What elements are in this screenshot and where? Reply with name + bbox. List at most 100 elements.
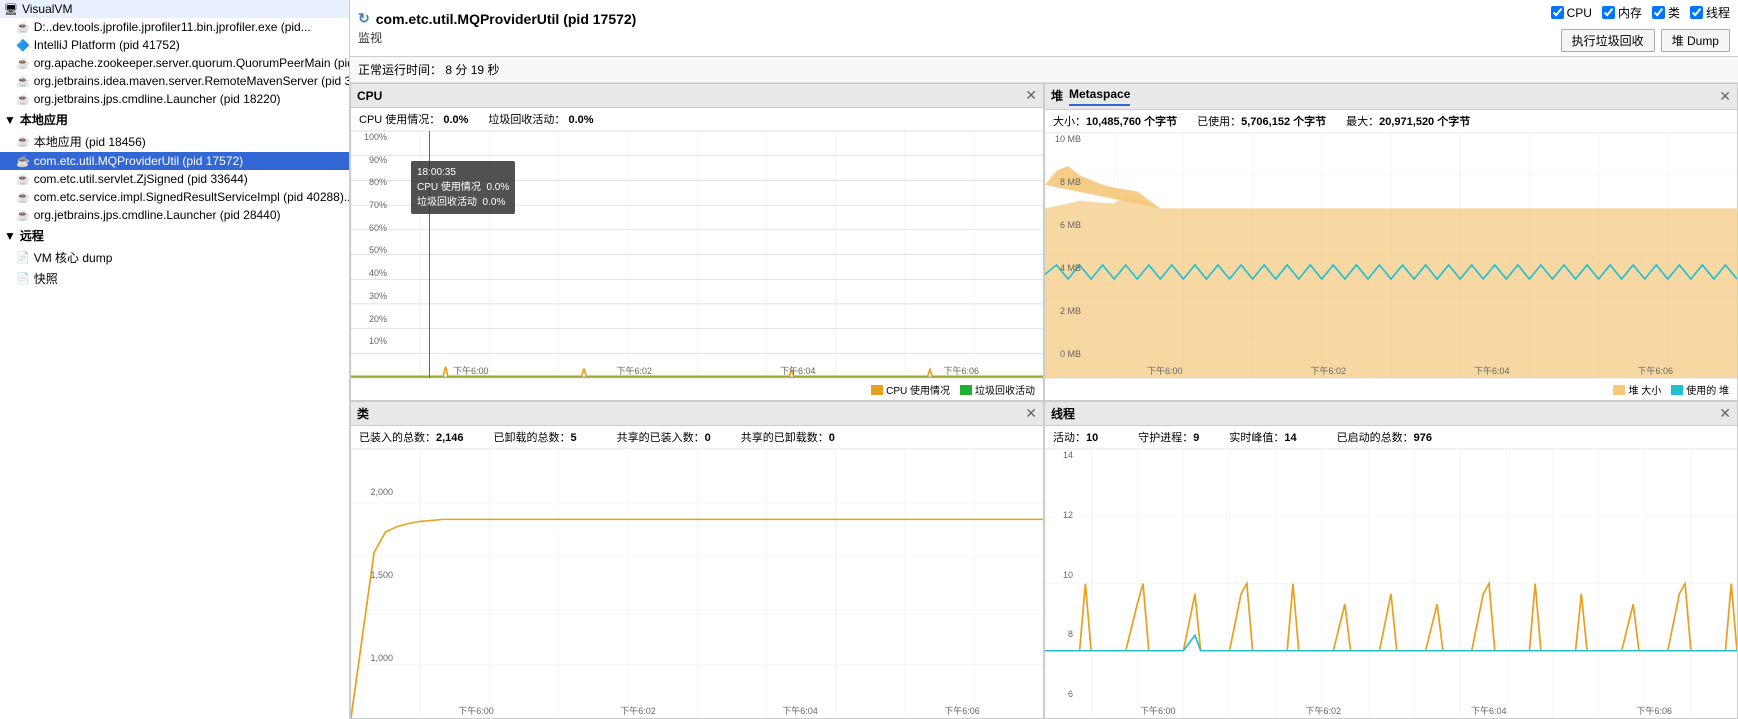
cpu-usage-label: CPU 使用情况： 0.0% <box>359 111 468 127</box>
sidebar-label: org.jetbrains.jps.cmdline.Launcher (pid … <box>34 208 281 222</box>
thread-panel-header: 线程 ✕ <box>1045 402 1737 426</box>
sidebar-label: org.apache.zookeeper.server.quorum.Quoru… <box>34 56 349 70</box>
cpu-panel: CPU ✕ CPU 使用情况： 0.0% 垃圾回收活动： 0.0% 18:00:… <box>350 83 1044 401</box>
heap-max: 最大：20,971,520 个字节 <box>1346 113 1470 129</box>
process-title: com.etc.util.MQProviderUtil (pid 17572) <box>376 11 637 27</box>
heap-tab[interactable]: 堆 <box>1051 87 1063 106</box>
thread-close-button[interactable]: ✕ <box>1719 405 1731 422</box>
java-icon: ☕ <box>16 155 30 168</box>
intellij-icon: 🔷 <box>16 39 30 52</box>
class-x-labels: 下午6:00下午6:02下午6:04下午6:06 <box>395 702 1043 718</box>
expand-icon: ▼ <box>4 229 16 243</box>
thread-daemon: 守护进程：9 <box>1138 429 1199 445</box>
sidebar-item-jps1[interactable]: ☕ org.jetbrains.jps.cmdline.Launcher (pi… <box>0 90 349 108</box>
sidebar-item-maven[interactable]: ☕ org.jetbrains.idea.maven.server.Remote… <box>0 72 349 90</box>
memory-check[interactable] <box>1602 6 1615 19</box>
sidebar-label: com.etc.util.servlet.ZjSigned (pid 33644… <box>34 172 248 186</box>
heap-used-swatch <box>1671 385 1683 395</box>
sidebar-label: org.jetbrains.jps.cmdline.Launcher (pid … <box>34 92 281 106</box>
heap-x-labels: 下午6:00下午6:02下午6:04下午6:06 <box>1083 362 1737 378</box>
gc-button[interactable]: 执行垃圾回收 <box>1561 29 1655 52</box>
uptime-value: 8 分 19 秒 <box>445 63 499 77</box>
sidebar-label: IntelliJ Platform (pid 41752) <box>34 38 180 52</box>
sidebar-item-vmcore[interactable]: 📄 VM 核心 dump <box>0 247 349 268</box>
class-unloaded: 已卸载的总数：5 <box>494 429 577 445</box>
charts-area: CPU ✕ CPU 使用情况： 0.0% 垃圾回收活动： 0.0% 18:00:… <box>350 83 1738 719</box>
cpu-legend: CPU 使用情况 垃圾回收活动 <box>351 378 1043 400</box>
sidebar-label: 快照 <box>34 270 58 287</box>
thread-peak: 实时峰值：14 <box>1229 429 1296 445</box>
legend-heap-size: 堆 大小 <box>1613 382 1661 397</box>
memory-checkbox[interactable]: 内存 <box>1602 4 1642 21</box>
thread-chart-svg <box>1045 449 1737 718</box>
thread-x-labels: 下午6:00下午6:02下午6:04下午6:06 <box>1075 702 1737 718</box>
java-icon: ☕ <box>16 93 30 106</box>
view-checkboxes: CPU 内存 类 线程 <box>1551 4 1730 21</box>
sidebar-section-local[interactable]: ▼ 本地应用 <box>0 108 349 131</box>
monitor-label: 监视 <box>358 29 636 46</box>
cpu-x-labels: 下午6:00下午6:02下午6:04下午6:06 <box>389 362 1043 378</box>
sidebar-label: org.jetbrains.idea.maven.server.RemoteMa… <box>34 74 349 88</box>
class-panel-header: 类 ✕ <box>351 402 1043 426</box>
thread-panel-title: 线程 <box>1051 405 1075 422</box>
thread-panel: 线程 ✕ 活动：10 守护进程：9 实时峰值：14 已启动的总数：976 <box>1044 401 1738 719</box>
heap-panel-header: 堆 Metaspace ✕ <box>1045 84 1737 110</box>
uptime-label: 正常运行时间： <box>358 63 442 77</box>
sidebar-item-zjsigned[interactable]: ☕ com.etc.util.servlet.ZjSigned (pid 336… <box>0 170 349 188</box>
class-checkbox[interactable]: 类 <box>1652 4 1680 21</box>
cpu-chart-body: 18:00:35 CPU 使用情况 0.0% 垃圾回收活动 0.0% <box>351 131 1043 378</box>
thread-started: 已启动的总数：976 <box>1337 429 1432 445</box>
thread-check[interactable] <box>1690 6 1703 19</box>
file-icon: 📄 <box>16 272 30 285</box>
heap-size: 大小：10,485,760 个字节 <box>1053 113 1177 129</box>
expand-icon: ▼ <box>4 113 16 127</box>
uptime-bar: 正常运行时间： 8 分 19 秒 <box>350 57 1738 83</box>
tooltip-line <box>429 131 430 378</box>
sidebar-item-signedresult[interactable]: ☕ com.etc.service.impl.SignedResultServi… <box>0 188 349 206</box>
heap-chart-body: 10 MB8 MB6 MB4 MB2 MB0 MB 下午6:00下午6:02下午… <box>1045 133 1737 378</box>
java-icon: ☕ <box>16 21 30 34</box>
metaspace-tab[interactable]: Metaspace <box>1069 87 1130 106</box>
sidebar-item-snapshot[interactable]: 📄 快照 <box>0 268 349 289</box>
sidebar-item-pid18456[interactable]: ☕ 本地应用 (pid 18456) <box>0 131 349 152</box>
cpu-checkbox[interactable]: CPU <box>1551 6 1592 20</box>
class-stats: 已装入的总数：2,146 已卸载的总数：5 共享的已装入数：0 共享的已卸载数：… <box>351 426 1043 449</box>
java-icon: ☕ <box>16 173 30 186</box>
sidebar-label: 本地应用 (pid 18456) <box>34 133 146 150</box>
section-label: 本地应用 <box>20 111 68 128</box>
thread-checkbox[interactable]: 线程 <box>1690 4 1730 21</box>
heap-panel: 堆 Metaspace ✕ 大小：10,485,760 个字节 已使用：5,70… <box>1044 83 1738 401</box>
cpu-chart-svg <box>351 131 1043 378</box>
java-icon: ☕ <box>16 191 30 204</box>
class-y-labels: 2,0001,5001,000 <box>351 449 395 700</box>
cpu-check[interactable] <box>1551 6 1564 19</box>
heap-dump-button[interactable]: 堆 Dump <box>1661 29 1730 52</box>
sidebar-item-jProfiler[interactable]: ☕ D:..dev.tools.jprofile.jprofiler11.bin… <box>0 18 349 36</box>
sidebar-section-remote[interactable]: ▼ 远程 <box>0 224 349 247</box>
sidebar-item-zookeeper[interactable]: ☕ org.apache.zookeeper.server.quorum.Quo… <box>0 54 349 72</box>
section-label: 远程 <box>20 227 44 244</box>
class-panel: 类 ✕ 已装入的总数：2,146 已卸载的总数：5 共享的已装入数：0 共享的已… <box>350 401 1044 719</box>
class-check[interactable] <box>1652 6 1665 19</box>
class-chart-svg <box>351 449 1043 718</box>
heap-tabs: 堆 Metaspace <box>1051 87 1130 106</box>
cpu-close-button[interactable]: ✕ <box>1025 87 1037 104</box>
heap-close-button[interactable]: ✕ <box>1719 88 1731 105</box>
sidebar-label: D:..dev.tools.jprofile.jprofiler11.bin.j… <box>34 20 311 34</box>
gc-color-swatch <box>960 385 972 395</box>
sidebar-item-visualvm[interactable]: 🖥 VisualVM <box>0 0 349 18</box>
legend-cpu: CPU 使用情况 <box>871 382 950 397</box>
heap-stats: 大小：10,485,760 个字节 已使用：5,706,152 个字节 最大：2… <box>1045 110 1737 133</box>
sidebar-item-intellij[interactable]: 🔷 IntelliJ Platform (pid 41752) <box>0 36 349 54</box>
cpu-panel-title: CPU <box>357 89 382 103</box>
thread-stats: 活动：10 守护进程：9 实时峰值：14 已启动的总数：976 <box>1045 426 1737 449</box>
heap-y-labels: 10 MB8 MB6 MB4 MB2 MB0 MB <box>1045 133 1083 360</box>
java-icon: ☕ <box>16 209 30 222</box>
java-icon: ☕ <box>16 57 30 70</box>
class-close-button[interactable]: ✕ <box>1025 405 1037 422</box>
sidebar-label: com.etc.service.impl.SignedResultService… <box>34 190 349 204</box>
sidebar: 🖥 VisualVM ☕ D:..dev.tools.jprofile.jpro… <box>0 0 350 719</box>
sidebar-item-mqprovider[interactable]: ☕ com.etc.util.MQProviderUtil (pid 17572… <box>0 152 349 170</box>
sidebar-item-jps2[interactable]: ☕ org.jetbrains.jps.cmdline.Launcher (pi… <box>0 206 349 224</box>
main-header: ↻ com.etc.util.MQProviderUtil (pid 17572… <box>350 0 1738 57</box>
